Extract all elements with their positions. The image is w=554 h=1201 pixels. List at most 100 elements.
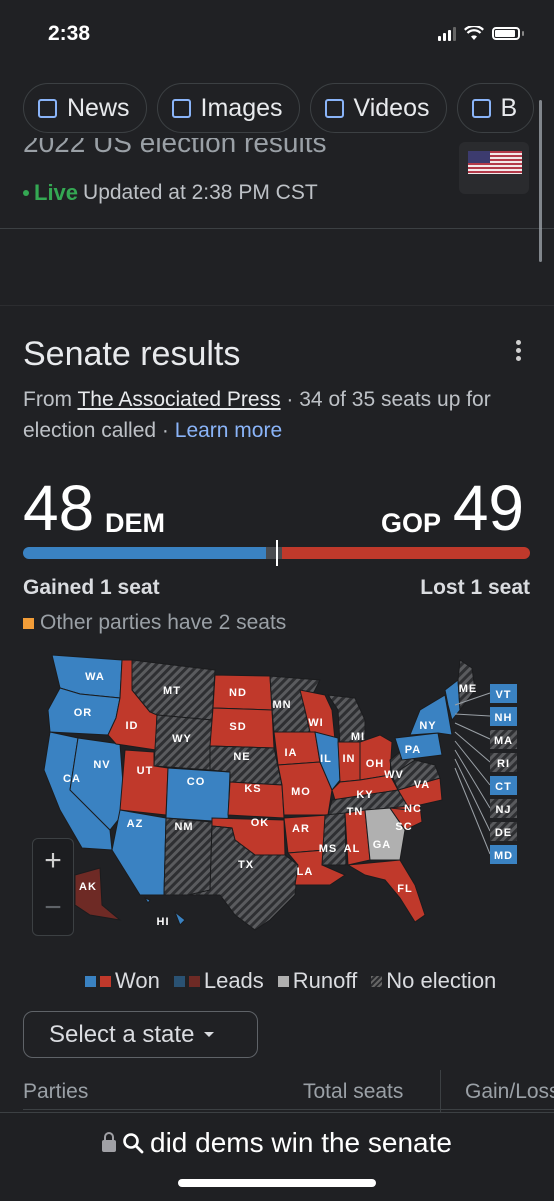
ap-link[interactable]: The Associated Press	[77, 388, 280, 411]
chip-label: Images	[200, 93, 283, 122]
chip-images[interactable]: Images	[156, 83, 300, 133]
state-label-nd: ND	[229, 687, 247, 699]
state-label-wa: WA	[85, 671, 105, 683]
state-label-nm: NM	[174, 821, 193, 833]
legend-leads: Leads	[173, 968, 264, 994]
chip-videos[interactable]: Videos	[309, 83, 447, 133]
state-label-or: OR	[74, 707, 93, 719]
state-label-nv: NV	[93, 759, 110, 771]
callout-line	[454, 758, 491, 832]
legend-won: Won	[85, 968, 160, 994]
search-icon	[123, 1133, 144, 1154]
live-label: Live	[34, 180, 79, 205]
play-icon	[324, 98, 344, 118]
status-time: 2:38	[48, 22, 91, 45]
state-label-mt: MT	[163, 685, 181, 697]
home-indicator[interactable]	[178, 1179, 376, 1187]
gop-leads-swatch	[188, 975, 200, 987]
browser-address-bar: did dems win the senate	[0, 1112, 554, 1201]
callout-label-md: MD	[494, 850, 513, 862]
updated-time: Updated at 2:38 PM CST	[83, 181, 318, 204]
other-parties-text: Other parties have 2 seats	[40, 611, 287, 634]
url-field[interactable]: did dems win the senate	[0, 1127, 554, 1159]
other-party-swatch	[23, 617, 34, 629]
state-label-in: IN	[343, 753, 356, 765]
state-label-ne: NE	[233, 751, 250, 763]
chip-news[interactable]: News	[23, 83, 147, 133]
other-bar-segment	[266, 547, 282, 559]
image-icon	[171, 98, 191, 118]
header-gain-loss[interactable]: Gain/Loss	[465, 1080, 554, 1104]
state-label-ky: KY	[356, 789, 373, 801]
search-filter-chips: News Images Videos B	[23, 83, 535, 133]
dem-won-swatch	[85, 975, 96, 987]
state-label-oh: OH	[366, 758, 385, 770]
gop-bar-segment	[281, 547, 530, 559]
card-title: Senate results	[23, 335, 241, 373]
state-label-sc: SC	[395, 821, 412, 833]
gop-won-swatch	[100, 975, 111, 987]
learn-more-link[interactable]: Learn more	[175, 419, 282, 442]
live-dot-icon	[23, 190, 29, 196]
state-label-il: IL	[320, 753, 332, 765]
state-label-ak: AK	[79, 881, 97, 893]
state-label-va: VA	[414, 779, 430, 791]
chip-label: B	[500, 93, 518, 122]
battery-tip	[522, 31, 524, 36]
header-total-seats[interactable]: Total seats	[303, 1080, 403, 1104]
legend-leads-label: Leads	[203, 968, 264, 993]
no-election-swatch	[371, 975, 383, 987]
state-label-la: LA	[297, 866, 314, 878]
state-label-ms: MS	[319, 843, 338, 855]
callout-label-ma: MA	[494, 735, 513, 747]
divider	[0, 228, 554, 229]
chip-label: News	[67, 93, 130, 122]
state-label-mi: MI	[351, 731, 365, 743]
us-flag-thumbnail[interactable]	[459, 142, 529, 194]
column-divider	[440, 1070, 441, 1115]
state-label-ut: UT	[137, 765, 154, 777]
us-senate-map[interactable]: WA OR CA NV ID MT WY UT CO AZ NM ND SD NE KS OK TX MN IA MO…	[20, 650, 550, 950]
legend-runoff-label: Runoff	[292, 968, 358, 993]
state-label-ok: OK	[251, 817, 270, 829]
state-label-wv: WV	[384, 769, 404, 781]
source-line: From The Associated Press · 34 of 35 sea…	[23, 384, 523, 446]
dem-change: Gained 1 seat	[23, 576, 160, 599]
battery-icon	[492, 27, 520, 40]
header-parties[interactable]: Parties	[23, 1080, 88, 1104]
select-state-label: Select a state	[49, 1020, 195, 1048]
state-label-fl: FL	[397, 883, 412, 895]
state-label-mn: MN	[272, 699, 291, 711]
zoom-out-button[interactable]: −	[33, 891, 73, 925]
state-label-mo: MO	[291, 786, 311, 798]
state-label-nc: NC	[404, 803, 422, 815]
status-bar: 2:38	[0, 0, 554, 70]
majority-marker	[275, 540, 278, 566]
callout-line	[454, 767, 491, 855]
legend-won-label: Won	[115, 968, 160, 993]
state-label-ny: NY	[419, 720, 436, 732]
dem-label: DEM	[105, 508, 165, 538]
state-label-az: AZ	[127, 818, 144, 830]
select-state-dropdown[interactable]: Select a state	[23, 1011, 258, 1058]
callout-label-ri: RI	[497, 758, 510, 770]
more-options-icon[interactable]	[516, 340, 522, 361]
chevron-down-icon	[204, 1032, 215, 1037]
dem-bar-segment	[23, 547, 267, 559]
state-AK	[74, 867, 122, 921]
zoom-in-button[interactable]: +	[33, 844, 73, 878]
scrollbar[interactable]	[539, 100, 542, 262]
callout-label-de: DE	[495, 827, 512, 839]
legend-runoff: Runoff	[277, 968, 358, 994]
state-label-tn: TN	[347, 806, 364, 818]
state-label-ar: AR	[292, 823, 310, 835]
callout-label-nh: NH	[495, 712, 513, 724]
state-label-ks: KS	[244, 783, 261, 795]
state-label-wi: WI	[308, 717, 323, 729]
state-label-wy: WY	[172, 733, 192, 745]
chip-books[interactable]: B	[456, 83, 535, 133]
state-label-hi: HI	[157, 916, 170, 928]
callout-line	[454, 713, 491, 717]
source-prefix: From	[23, 388, 72, 411]
other-parties-note: Other parties have 2 seats	[23, 611, 286, 635]
